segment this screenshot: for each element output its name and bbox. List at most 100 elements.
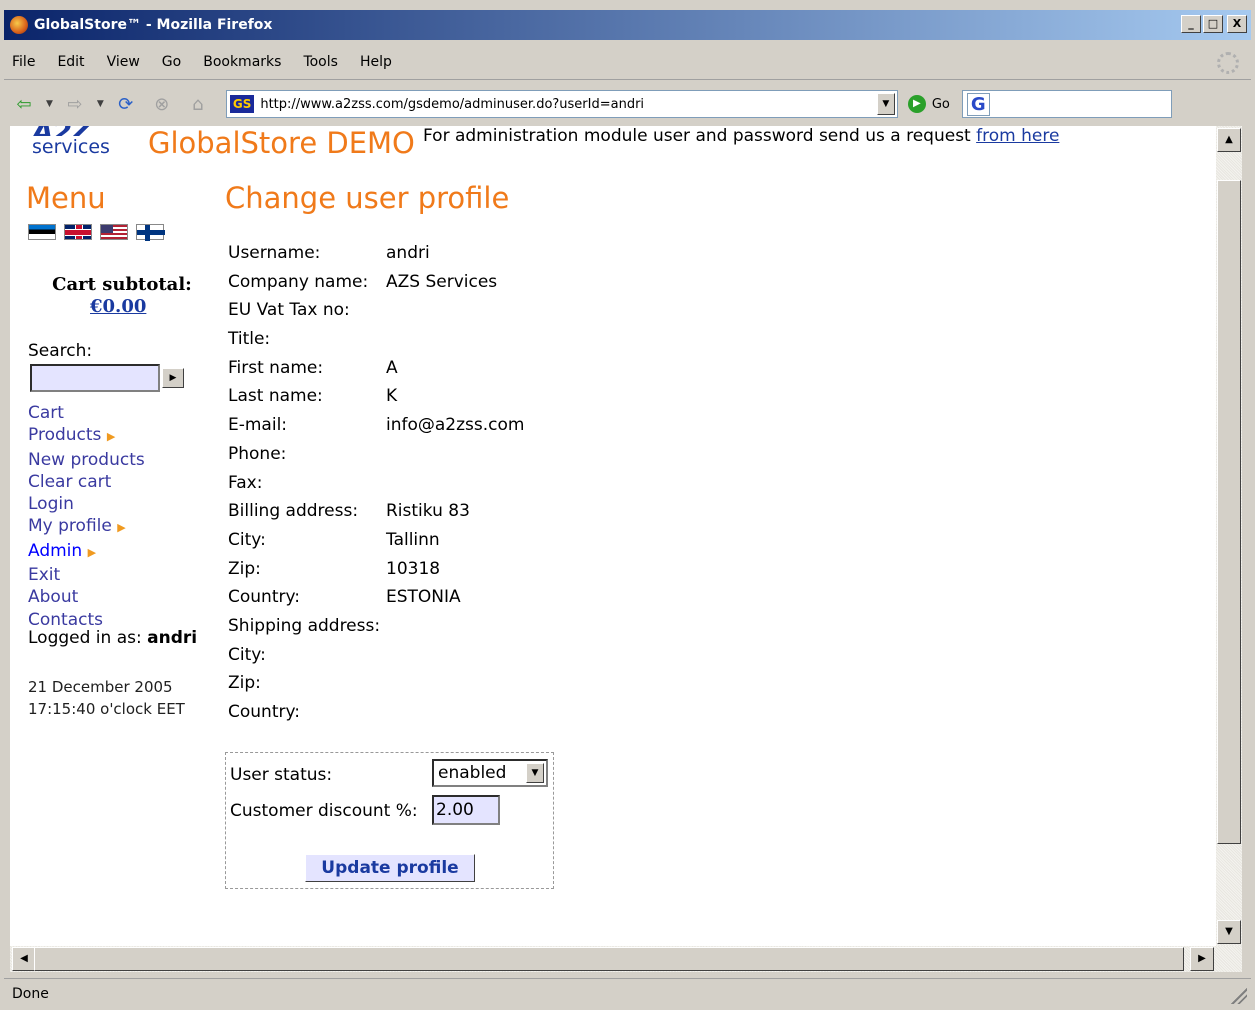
field-label: Fax: (228, 472, 263, 493)
sidebar-item-label: Contacts (28, 609, 103, 630)
field-label: Billing address: (228, 501, 359, 522)
field-label: Last name: (228, 386, 323, 407)
url-text[interactable]: http://www.a2zss.com/gsdemo/adminuser.do… (260, 97, 877, 112)
titlebar-strip[interactable]: GlobalStore™ - Mozilla Firefox _ □ X (4, 10, 1251, 40)
vertical-scrollbar[interactable]: ▲ ▼ (1216, 126, 1242, 946)
sidebar-item-label: About (28, 587, 79, 608)
logged-in-status: Logged in as: andri (28, 628, 197, 648)
back-dropdown-icon[interactable]: ▼ (46, 99, 53, 109)
forward-arrow-icon[interactable]: ⇨ (61, 94, 89, 115)
search-engine-box[interactable]: G (961, 90, 1172, 118)
back-arrow-icon[interactable]: ⇦ (10, 94, 38, 115)
profile-row-company: Company name: AZS Services (228, 272, 524, 301)
field-value: andri (386, 243, 430, 263)
menu-bookmarks[interactable]: Bookmarks (203, 54, 281, 70)
search-submit-button[interactable]: ▶ (162, 368, 184, 388)
page-viewport: A2Z services GlobalStore DEMO For admini… (10, 126, 1216, 946)
profile-row-first-name: First name: A (228, 358, 524, 387)
menu-file[interactable]: File (12, 54, 35, 70)
url-dropdown-icon[interactable]: ▼ (876, 93, 895, 115)
a2z-logo[interactable]: A2Z services (32, 126, 110, 158)
scroll-up-icon[interactable]: ▲ (1217, 128, 1241, 152)
sidebar-item-exit[interactable]: Exit (28, 564, 145, 586)
sidebar-item-cart[interactable]: Cart (28, 402, 145, 424)
uk-flag-icon[interactable] (64, 224, 92, 240)
menu-tools[interactable]: Tools (303, 54, 338, 70)
window-controls: _ □ X (1181, 15, 1247, 33)
field-label: Shipping address: (228, 615, 381, 636)
sidebar-item-new-products[interactable]: New products (28, 449, 145, 471)
search-input[interactable] (30, 364, 160, 392)
field-label: City: (228, 529, 266, 550)
sidebar-item-products[interactable]: Products ▶ (28, 424, 145, 448)
sidebar-item-login[interactable]: Login (28, 493, 145, 515)
field-value: K (386, 386, 398, 407)
sidebar-item-admin[interactable]: Admin ▶ (28, 540, 145, 564)
sidebar-item-label: My profile (28, 516, 112, 537)
cart-subtotal-label: Cart subtotal: (52, 274, 192, 295)
field-label: Zip: (228, 673, 261, 694)
minimize-button[interactable]: _ (1181, 15, 1201, 33)
field-label: Country: (228, 702, 301, 722)
site-favicon: GS (229, 95, 255, 113)
discount-input[interactable]: 2.00 (432, 795, 500, 825)
stop-icon[interactable]: ⊗ (148, 94, 176, 115)
update-profile-button[interactable]: Update profile (305, 854, 475, 882)
horizontal-scrollbar[interactable]: ◀ ▶ (10, 946, 1242, 972)
sidebar-item-label: Clear cart (28, 471, 112, 492)
profile-update-form: User status: enabled ▼ Customer discount… (225, 752, 554, 889)
field-label: E-mail: (228, 415, 288, 436)
home-icon[interactable]: ⌂ (184, 94, 212, 115)
go-button[interactable]: ▶ Go (907, 95, 950, 113)
vertical-scroll-thumb[interactable] (1217, 180, 1241, 844)
sidebar-item-about[interactable]: About (28, 586, 145, 608)
site-title: GlobalStore DEMO (148, 126, 415, 160)
logo-text: A2Z (32, 126, 110, 136)
field-label: Zip: (228, 558, 261, 579)
window-title: GlobalStore™ - Mozilla Firefox (34, 17, 273, 33)
menu-go[interactable]: Go (162, 54, 181, 70)
user-status-label: User status: (230, 765, 333, 785)
scroll-right-icon[interactable]: ▶ (1190, 947, 1214, 971)
menu-view[interactable]: View (107, 54, 140, 70)
field-label: City: (228, 644, 266, 665)
go-arrow-icon: ▶ (907, 95, 926, 113)
scroll-left-icon[interactable]: ◀ (12, 947, 36, 971)
google-icon[interactable]: G (966, 92, 990, 116)
profile-row-shipping-zip: Zip: (228, 673, 524, 702)
logged-in-label: Logged in as: (28, 628, 148, 648)
request-link[interactable]: from here (976, 126, 1059, 146)
firefox-icon (10, 16, 28, 34)
scroll-down-icon[interactable]: ▼ (1217, 920, 1241, 944)
page-title: Change user profile (225, 181, 510, 215)
address-bar[interactable]: GS http://www.a2zss.com/gsdemo/adminuser… (225, 90, 898, 118)
sidebar-item-clear-cart[interactable]: Clear cart (28, 471, 145, 493)
user-status-select[interactable]: enabled ▼ (432, 759, 548, 787)
field-value: A (386, 357, 398, 378)
estonia-flag-icon[interactable] (28, 224, 56, 240)
profile-details: Username: andri Company name: AZS Services… (228, 243, 524, 731)
sidebar-item-label: Exit (28, 565, 61, 586)
field-value: Ristiku 83 (386, 501, 470, 522)
menu-help[interactable]: Help (360, 54, 392, 70)
us-flag-icon[interactable] (100, 224, 128, 240)
horizontal-scroll-thumb[interactable] (34, 947, 1184, 971)
profile-row-username: Username: andri (228, 243, 524, 272)
menu-edit[interactable]: Edit (57, 54, 84, 70)
throbber-icon (1217, 52, 1239, 74)
finland-flag-icon[interactable] (136, 224, 165, 241)
field-value: info@a2zss.com (386, 415, 525, 436)
forward-dropdown-icon[interactable]: ▼ (97, 99, 104, 109)
profile-row-vat: EU Vat Tax no: (228, 300, 524, 329)
chevron-down-icon[interactable]: ▼ (526, 763, 544, 783)
profile-row-shipping-city: City: (228, 645, 524, 674)
close-button[interactable]: X (1227, 15, 1247, 33)
logo-subtext: services (32, 136, 110, 158)
profile-row-fax: Fax: (228, 473, 524, 502)
maximize-button[interactable]: □ (1203, 15, 1223, 33)
resize-grip-icon[interactable] (1231, 988, 1247, 1004)
sidebar-item-my-profile[interactable]: My profile ▶ (28, 515, 145, 539)
field-value: 10318 (386, 558, 441, 579)
cart-subtotal-value[interactable]: €0.00 (90, 296, 146, 317)
reload-icon[interactable]: ⟳ (112, 94, 140, 115)
